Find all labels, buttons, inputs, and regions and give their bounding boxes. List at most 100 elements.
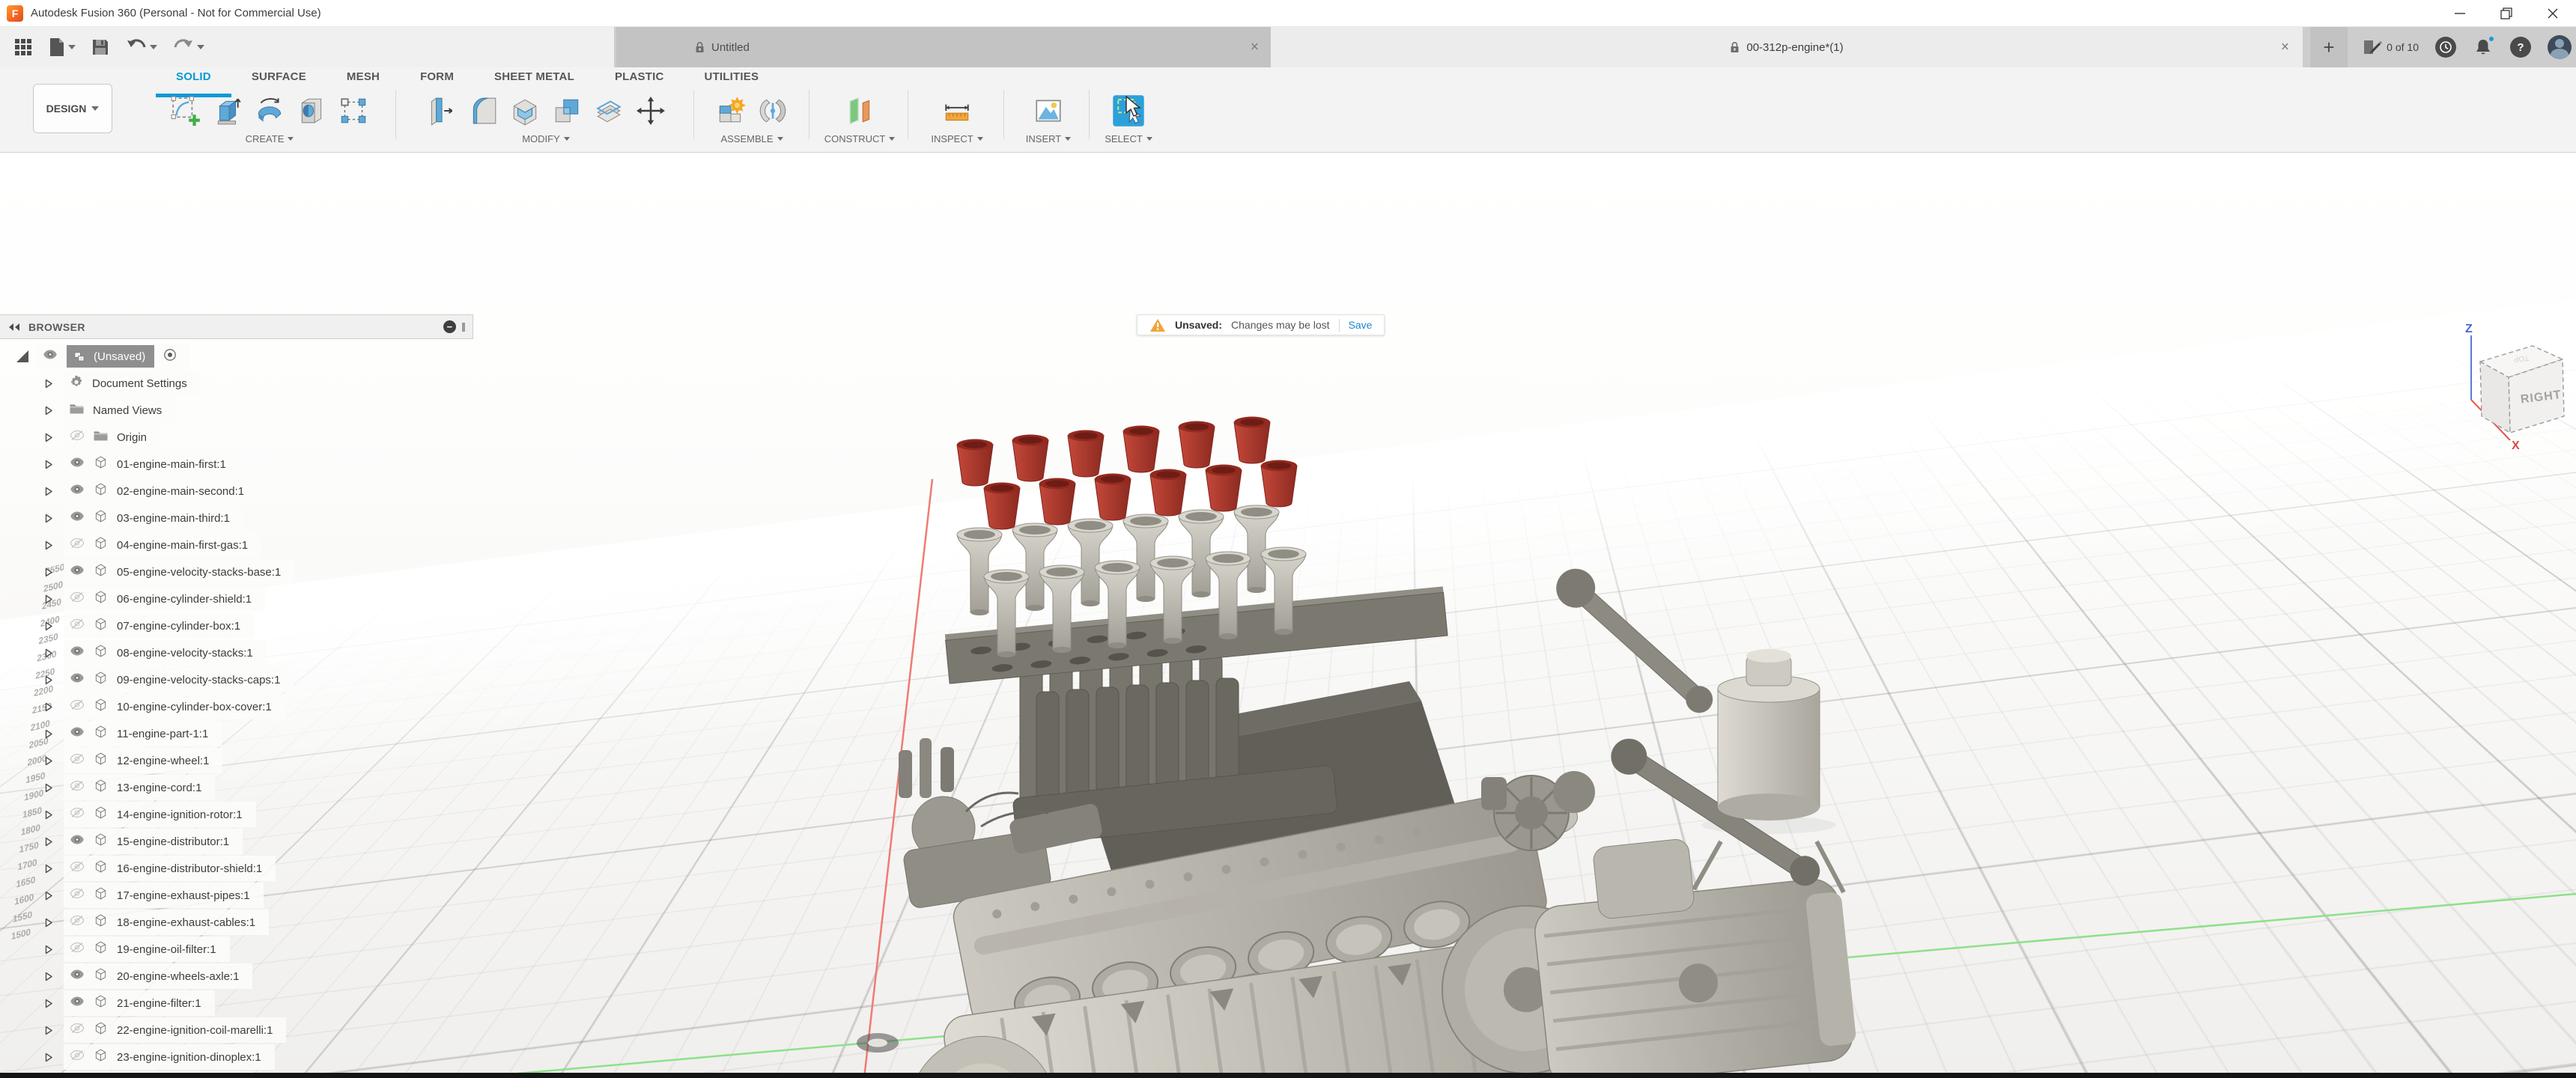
tab-close-icon[interactable]: × [2281,40,2289,55]
extrude-icon[interactable] [210,91,245,130]
redo-caret-icon[interactable] [197,45,204,49]
activate-radio-icon[interactable] [163,348,177,365]
create-sketch-icon[interactable] [168,91,203,130]
construct-dropdown[interactable]: CONSTRUCT [818,133,902,144]
browser-item[interactable]: 04-engine-main-first-gas:1 [0,532,473,558]
expand-arrow-icon[interactable] [43,810,55,820]
browser-item[interactable]: 19-engine-oil-filter:1 [0,937,473,962]
browser-item[interactable]: 05-engine-velocity-stacks-base:1 [0,559,473,585]
visibility-off-icon[interactable] [70,862,85,875]
notifications-bell-icon[interactable] [2473,37,2494,58]
browser-item[interactable]: Named Views [0,398,473,423]
view-cube[interactable]: Z X RIGHT TOP [2450,320,2576,451]
visibility-on-icon[interactable] [70,996,85,1010]
panel-drag-handle[interactable] [462,323,465,332]
visibility-off-icon[interactable] [70,1023,85,1037]
3d-viewport[interactable]: 2550250024502400235023002250220021502100… [0,153,2576,1073]
root-document[interactable]: (Unsaved) [67,345,154,368]
browser-item[interactable]: 01-engine-main-first:1 [0,451,473,477]
visibility-off-icon[interactable] [70,754,85,767]
visibility-on-icon[interactable] [70,969,85,983]
visibility-off-icon[interactable] [70,889,85,902]
minimize-button[interactable] [2437,0,2483,27]
save-link[interactable]: Save [1349,319,1373,331]
browser-item[interactable]: 22-engine-ignition-coil-marelli:1 [0,1017,473,1043]
visibility-on-icon[interactable] [70,646,85,660]
browser-item[interactable]: Document Settings [0,371,473,396]
documents-counter[interactable]: 0 of 10 [2363,38,2419,56]
file-menu-button[interactable] [43,34,80,61]
visibility-off-icon[interactable] [70,916,85,929]
expand-arrow-icon[interactable] [43,918,55,928]
inspect-dropdown[interactable]: INSPECT [917,133,997,144]
expand-arrow-icon[interactable] [43,756,55,766]
browser-item[interactable]: 10-engine-cylinder-box-cover:1 [0,694,473,719]
offset-face-icon[interactable] [592,91,626,130]
expand-arrow-icon[interactable] [43,972,55,981]
visibility-on-icon[interactable] [70,835,85,848]
browser-item[interactable]: 17-engine-exhaust-pipes:1 [0,883,473,908]
shell-icon[interactable] [508,91,542,130]
expand-arrow-icon[interactable] [43,891,55,901]
collapse-panel-icon[interactable] [7,323,21,332]
insert-dropdown[interactable]: INSERT [1011,133,1086,144]
construction-plane-icon[interactable] [842,91,877,130]
model-velocity-stacks-base[interactable] [945,586,1448,683]
new-component-icon[interactable] [714,91,748,130]
browser-item[interactable]: 13-engine-cord:1 [0,775,473,800]
expand-arrow-icon[interactable] [43,540,55,550]
expand-arrow-icon[interactable] [43,567,55,577]
expand-arrow-icon[interactable] [43,379,55,389]
expand-arrow-icon[interactable] [16,350,28,362]
expand-arrow-icon[interactable] [43,648,55,658]
restore-button[interactable] [2483,0,2530,27]
expand-arrow-icon[interactable] [43,1053,55,1062]
browser-root-item[interactable]: (Unsaved) [0,344,473,369]
job-status-clock-icon[interactable] [2435,37,2456,58]
visibility-off-icon[interactable] [70,943,85,956]
expand-arrow-icon[interactable] [43,675,55,685]
expand-arrow-icon[interactable] [43,487,55,496]
canvas-icon[interactable] [1031,91,1066,130]
browser-item[interactable]: 03-engine-main-third:1 [0,505,473,531]
expand-arrow-icon[interactable] [43,864,55,874]
visibility-off-icon[interactable] [70,808,85,821]
move-icon[interactable] [634,91,668,130]
visibility-off-icon[interactable] [70,592,85,606]
browser-item[interactable]: Origin [0,424,473,450]
expand-arrow-icon[interactable] [43,702,55,712]
visibility-off-icon[interactable] [70,700,85,713]
browser-item[interactable]: 08-engine-velocity-stacks:1 [0,640,473,666]
visibility-off-icon[interactable] [70,538,85,552]
document-tab-engine[interactable]: 00-312p-engine*(1) × [1271,27,2303,67]
expand-arrow-icon[interactable] [43,945,55,954]
revolve-icon[interactable] [252,91,287,130]
combine-icon[interactable] [550,91,584,130]
browser-item[interactable]: 18-engine-exhaust-cables:1 [0,910,473,935]
visibility-off-icon[interactable] [70,1050,85,1064]
expand-arrow-icon[interactable] [43,837,55,847]
joint-icon[interactable] [756,91,790,130]
help-icon[interactable]: ? [2510,37,2531,58]
document-tab-untitled[interactable]: Untitled × [616,27,1273,67]
visibility-on-icon[interactable] [70,484,85,498]
save-button[interactable] [86,34,115,60]
visibility-off-icon[interactable] [70,430,85,444]
browser-item[interactable]: 21-engine-filter:1 [0,990,473,1016]
browser-item[interactable]: 14-engine-ignition-rotor:1 [0,802,473,827]
expand-arrow-icon[interactable] [43,1026,55,1035]
hole-icon[interactable] [294,91,329,130]
pattern-icon[interactable] [336,91,371,130]
browser-item[interactable]: 20-engine-wheels-axle:1 [0,963,473,989]
model-driveshaft-upper[interactable] [1548,561,1722,723]
visibility-on-icon[interactable] [70,511,85,525]
expand-arrow-icon[interactable] [43,621,55,631]
app-grid-icon[interactable] [9,34,37,60]
modify-dropdown[interactable]: MODIFY [404,133,687,144]
expand-arrow-icon[interactable] [43,433,55,442]
browser-item[interactable]: 07-engine-cylinder-box:1 [0,613,473,639]
close-button[interactable] [2530,0,2576,27]
visibility-on-icon[interactable] [70,673,85,686]
expand-arrow-icon[interactable] [43,514,55,523]
browser-item[interactable]: 15-engine-distributor:1 [0,829,473,854]
